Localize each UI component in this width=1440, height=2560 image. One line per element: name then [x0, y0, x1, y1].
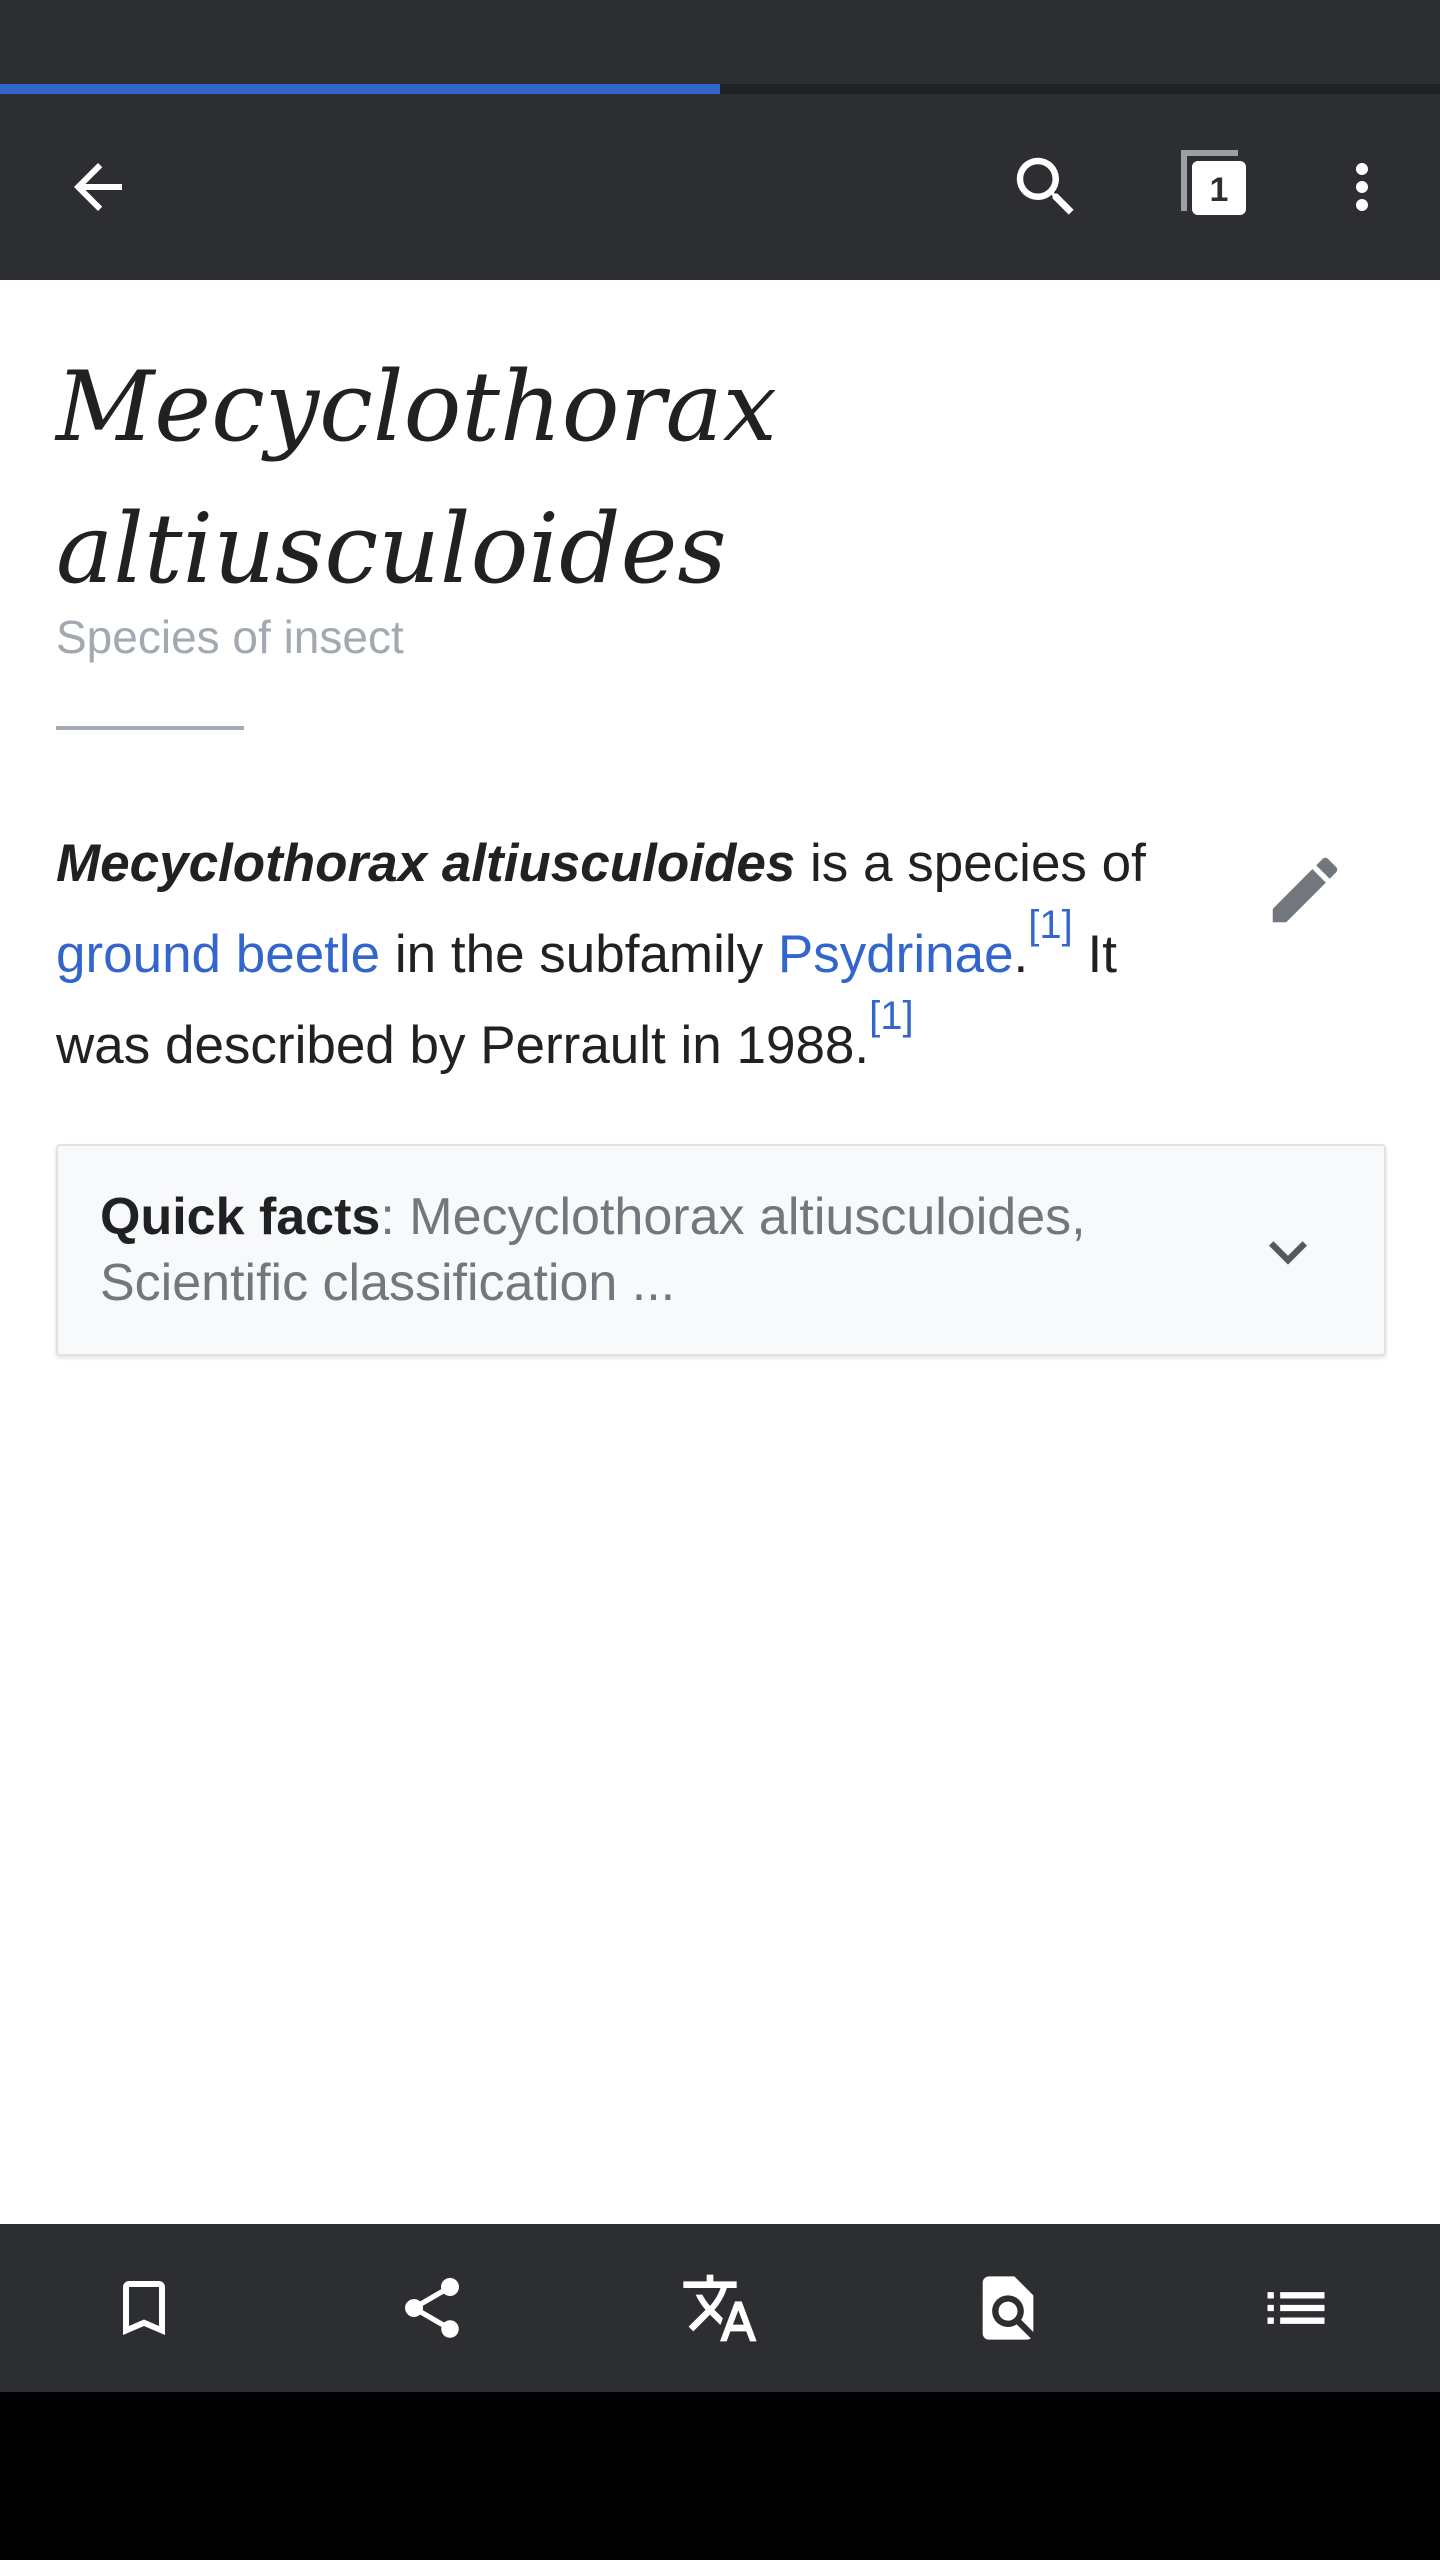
- lead-paragraph: Mecyclothorax altiusculoides is a specie…: [56, 818, 1216, 1091]
- quick-facts-expand[interactable]: [1248, 1212, 1328, 1292]
- share-button[interactable]: [376, 2252, 488, 2364]
- pencil-icon: [1272, 857, 1338, 923]
- translate-icon: [683, 2274, 757, 2342]
- title-line-1: Mecyclothorax: [56, 351, 777, 463]
- title-divider: [56, 726, 244, 730]
- find-in-page-icon: [982, 2276, 1034, 2340]
- system-navigation-bar: [0, 2392, 1440, 2560]
- more-vert-icon: [1356, 163, 1368, 211]
- overflow-menu-button[interactable]: [1312, 137, 1412, 237]
- tabs-icon: 1: [1181, 150, 1246, 215]
- back-button[interactable]: [48, 137, 148, 237]
- arrow-left-icon: [74, 163, 122, 211]
- quick-facts-box[interactable]: Quick facts: Mecyclothorax altiusculoide…: [56, 1144, 1386, 1356]
- chevron-down-icon: [1269, 1241, 1307, 1265]
- page-load-progress: [0, 84, 1440, 94]
- tabs-count: 1: [1210, 171, 1229, 209]
- contents-icon: [1267, 2292, 1325, 2324]
- edit-section-button[interactable]: [1250, 835, 1360, 945]
- save-bookmark-button[interactable]: [88, 2252, 200, 2364]
- language-button[interactable]: [664, 2252, 776, 2364]
- find-in-page-button[interactable]: [952, 2252, 1064, 2364]
- bottom-action-bar: [0, 2224, 1440, 2392]
- article-content: Mecyclothorax altiusculoides Species of i…: [0, 280, 1440, 2224]
- link-psydrinae[interactable]: Psydrinae: [778, 925, 1014, 984]
- page-load-progress-fill: [0, 84, 720, 94]
- search-icon: [1016, 157, 1074, 215]
- search-button[interactable]: [996, 137, 1096, 237]
- page-title: Mecyclothorax altiusculoides: [56, 336, 1156, 620]
- quick-facts-text: Quick facts: Mecyclothorax altiusculoide…: [100, 1184, 1190, 1316]
- table-of-contents-button[interactable]: [1240, 2252, 1352, 2364]
- status-bar: [0, 0, 1440, 84]
- tabs-button[interactable]: 1: [1166, 137, 1266, 237]
- quick-facts-label: Quick facts: [100, 1188, 381, 1246]
- reference-1[interactable]: [1]: [1028, 903, 1072, 947]
- top-toolbar: 1: [0, 94, 1440, 280]
- title-line-2: altiusculoides: [56, 493, 727, 605]
- reference-2[interactable]: [1]: [869, 994, 913, 1038]
- lead-text-2: in the subfamily: [380, 925, 778, 984]
- share-icon: [404, 2277, 460, 2338]
- page-description: Species of insect: [56, 611, 404, 663]
- lead-text-1: is a species of: [795, 834, 1146, 893]
- bookmark-icon: [123, 2281, 165, 2335]
- quick-facts-separator: :: [380, 1188, 410, 1246]
- lead-subject: Mecyclothorax altiusculoides: [56, 834, 796, 893]
- link-ground-beetle[interactable]: ground beetle: [56, 925, 380, 984]
- lead-text-3: .: [1013, 925, 1029, 984]
